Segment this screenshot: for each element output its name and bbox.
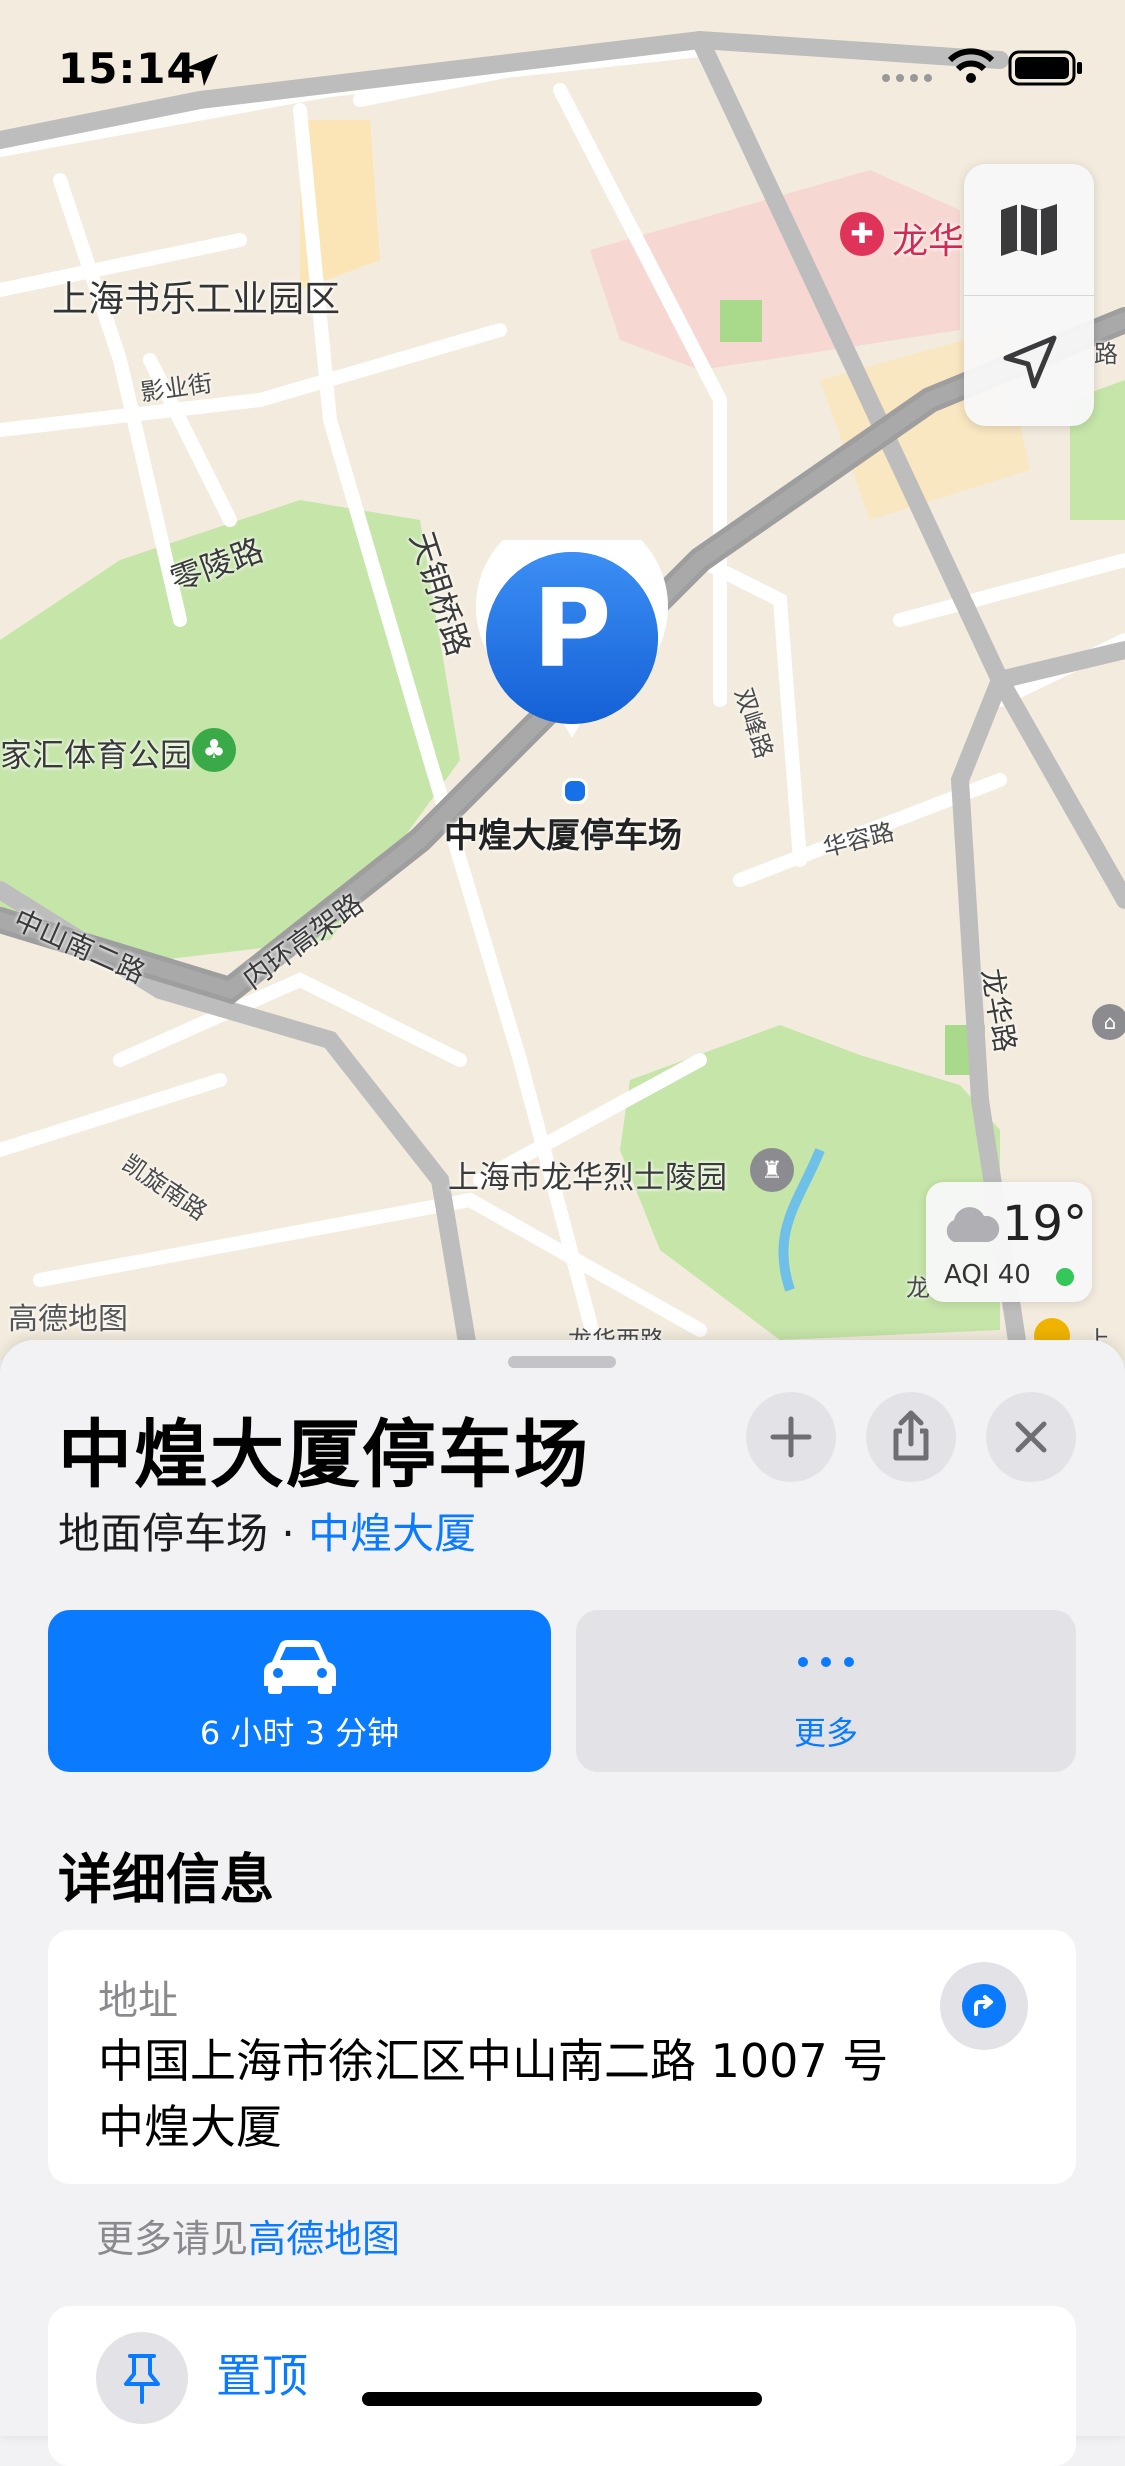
location-dot xyxy=(562,778,588,804)
weather-temp: 19° xyxy=(1002,1196,1088,1252)
map-label-parking-name: 中煌大厦停车场 xyxy=(444,816,682,856)
pin-to-top-label: 置顶 xyxy=(216,2349,308,2403)
map-label-martyrs-cemetery: 上海市龙华烈士陵园 xyxy=(448,1160,727,1196)
directions-button[interactable]: 6 小时 3 分钟 xyxy=(48,1610,551,1772)
landmark-icon[interactable]: ♜ xyxy=(750,1148,794,1192)
more-label: 更多 xyxy=(793,1714,858,1752)
plus-icon xyxy=(770,1416,812,1458)
location-arrow-icon xyxy=(1003,335,1057,389)
map-controls-divider xyxy=(964,295,1094,296)
more-info-prefix: 更多请见 xyxy=(96,2217,249,2261)
park-icon[interactable]: ♣ xyxy=(192,728,236,772)
parent-place-link[interactable]: 中煌大厦 xyxy=(308,1509,476,1558)
map-label-longhua-top: 龙华 xyxy=(892,221,965,262)
status-time: 15:14 xyxy=(58,44,197,93)
more-info-line: 更多请见高德地图 xyxy=(96,2208,400,2263)
parking-pin[interactable]: P xyxy=(472,540,672,740)
turn-right-arrow-icon xyxy=(962,1984,1006,2028)
directions-duration: 6 小时 3 分钟 xyxy=(199,1714,400,1752)
place-card-sheet: 中煌大厦停车场 地面停车场 · 中煌大厦 6 小时 3 分钟 更多 详细信息 地… xyxy=(0,1340,1125,2466)
aqi-status-dot xyxy=(1056,1268,1074,1286)
battery-icon xyxy=(1008,50,1084,90)
map-label-right-edge: 路 xyxy=(1094,340,1118,368)
building-icon[interactable]: ⌂ xyxy=(1092,1004,1125,1040)
sheet-grabber[interactable] xyxy=(508,1356,616,1368)
address-directions-button[interactable] xyxy=(940,1962,1028,2050)
share-icon xyxy=(893,1410,929,1461)
cellular-signal-icon xyxy=(880,70,936,89)
parking-pin-letter: P xyxy=(532,567,612,692)
add-button[interactable] xyxy=(746,1392,836,1482)
aqi-text: AQI 40 xyxy=(944,1260,1031,1290)
weather-widget[interactable]: 19° AQI 40 xyxy=(926,1182,1092,1302)
map-icon xyxy=(1001,204,1057,256)
hospital-icon[interactable]: ✚ xyxy=(840,212,884,256)
map-label-xujiahui-park: 家汇体育公园 xyxy=(0,736,193,774)
pin-to-top-row[interactable]: 置顶 xyxy=(48,2306,1076,2466)
car-icon xyxy=(260,1636,340,1700)
details-heading: 详细信息 xyxy=(58,1848,274,1911)
address-value: 中国上海市徐汇区中山南二路 1007 号中煌大厦 xyxy=(98,2034,889,2154)
gaode-attribution[interactable]: 高德地图 xyxy=(8,1294,128,1338)
map-view[interactable]: 上海书乐工业园区 ✚ 龙华 影业街 零陵路 天钥桥路 双峰路 家汇体育公园 ♣ … xyxy=(0,0,1125,1360)
close-button[interactable] xyxy=(986,1392,1076,1482)
ellipsis-icon xyxy=(796,1654,856,1673)
subtitle-separator: · xyxy=(268,1509,309,1558)
pin-icon-badge xyxy=(96,2332,188,2424)
more-button[interactable]: 更多 xyxy=(576,1610,1076,1772)
address-card[interactable]: 地址 中国上海市徐汇区中山南二路 1007 号中煌大厦 xyxy=(48,1930,1076,2184)
place-category: 地面停车场 xyxy=(58,1509,269,1558)
place-title: 中煌大厦停车场 xyxy=(58,1412,590,1498)
map-controls xyxy=(964,164,1094,426)
address-label: 地址 xyxy=(98,1978,178,2024)
home-indicator[interactable] xyxy=(362,2392,762,2406)
location-services-icon xyxy=(184,52,220,92)
place-subtitle: 地面停车场 · 中煌大厦 xyxy=(58,1500,476,1561)
gaode-maps-link[interactable]: 高德地图 xyxy=(248,2217,400,2261)
pin-icon xyxy=(124,2354,160,2404)
close-icon xyxy=(1015,1421,1047,1453)
wifi-icon xyxy=(947,48,995,88)
share-button[interactable] xyxy=(866,1392,956,1482)
map-label-industrial-park: 上海书乐工业园区 xyxy=(52,279,341,320)
